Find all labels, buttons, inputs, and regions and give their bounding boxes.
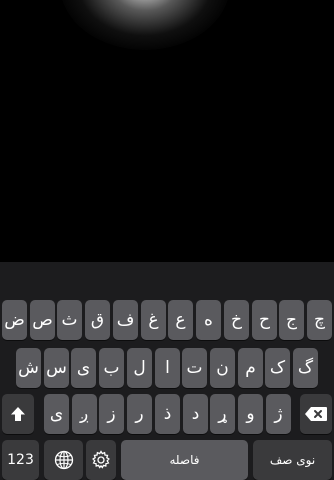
- key-row2[interactable]: ا: [155, 348, 180, 388]
- key-row3[interactable]: و: [238, 394, 263, 434]
- keyboard: چ ج ح خ ه ع غ ف ق ث ص ض گ ک م ن ت ا ل ب …: [0, 262, 334, 480]
- key-row1[interactable]: ق: [85, 300, 110, 340]
- key-row3[interactable]: ر: [127, 394, 152, 434]
- key-row3[interactable]: ړ: [210, 394, 235, 434]
- return-key[interactable]: نوی صف: [253, 440, 332, 480]
- key-row1[interactable]: ج: [279, 300, 304, 340]
- key-row2[interactable]: س: [44, 348, 69, 388]
- key-row3[interactable]: د: [183, 394, 208, 434]
- light-glow: [60, 0, 230, 50]
- key-row3[interactable]: ز: [99, 394, 124, 434]
- gear-icon: [91, 450, 111, 470]
- key-row3[interactable]: ژ: [266, 394, 291, 434]
- backspace-icon: [304, 406, 328, 422]
- key-row1[interactable]: ض: [2, 300, 27, 340]
- key-row1[interactable]: چ: [307, 300, 332, 340]
- key-row2[interactable]: م: [238, 348, 263, 388]
- shift-icon: [9, 405, 27, 423]
- key-row1[interactable]: ه: [196, 300, 221, 340]
- key-row2[interactable]: ش: [16, 348, 41, 388]
- key-row2[interactable]: ی: [71, 348, 96, 388]
- key-row3[interactable]: ذ: [155, 394, 180, 434]
- key-row1[interactable]: ث: [57, 300, 82, 340]
- screen: چ ج ح خ ه ع غ ف ق ث ص ض گ ک م ن ت ا ل ب …: [0, 0, 334, 480]
- key-row1[interactable]: ح: [252, 300, 277, 340]
- key-row1[interactable]: خ: [224, 300, 249, 340]
- key-row3[interactable]: ږ: [72, 394, 97, 434]
- content-area: [0, 0, 334, 262]
- key-row1[interactable]: ع: [168, 300, 193, 340]
- settings-key[interactable]: [86, 440, 116, 480]
- key-row2[interactable]: ل: [127, 348, 152, 388]
- backspace-key[interactable]: [300, 394, 332, 434]
- key-row2[interactable]: ن: [210, 348, 235, 388]
- key-row1[interactable]: غ: [141, 300, 166, 340]
- key-row1[interactable]: ص: [30, 300, 55, 340]
- key-row1[interactable]: ف: [113, 300, 138, 340]
- globe-icon: [54, 450, 74, 470]
- space-bar[interactable]: فاصله: [121, 440, 248, 480]
- key-row3[interactable]: ی: [44, 394, 69, 434]
- key-row2[interactable]: گ: [293, 348, 318, 388]
- key-row2[interactable]: ت: [182, 348, 207, 388]
- key-row2[interactable]: ک: [265, 348, 290, 388]
- globe-key[interactable]: [44, 440, 83, 480]
- numbers-key[interactable]: 123: [2, 440, 39, 480]
- shift-key[interactable]: [2, 394, 34, 434]
- key-row2[interactable]: ب: [99, 348, 124, 388]
